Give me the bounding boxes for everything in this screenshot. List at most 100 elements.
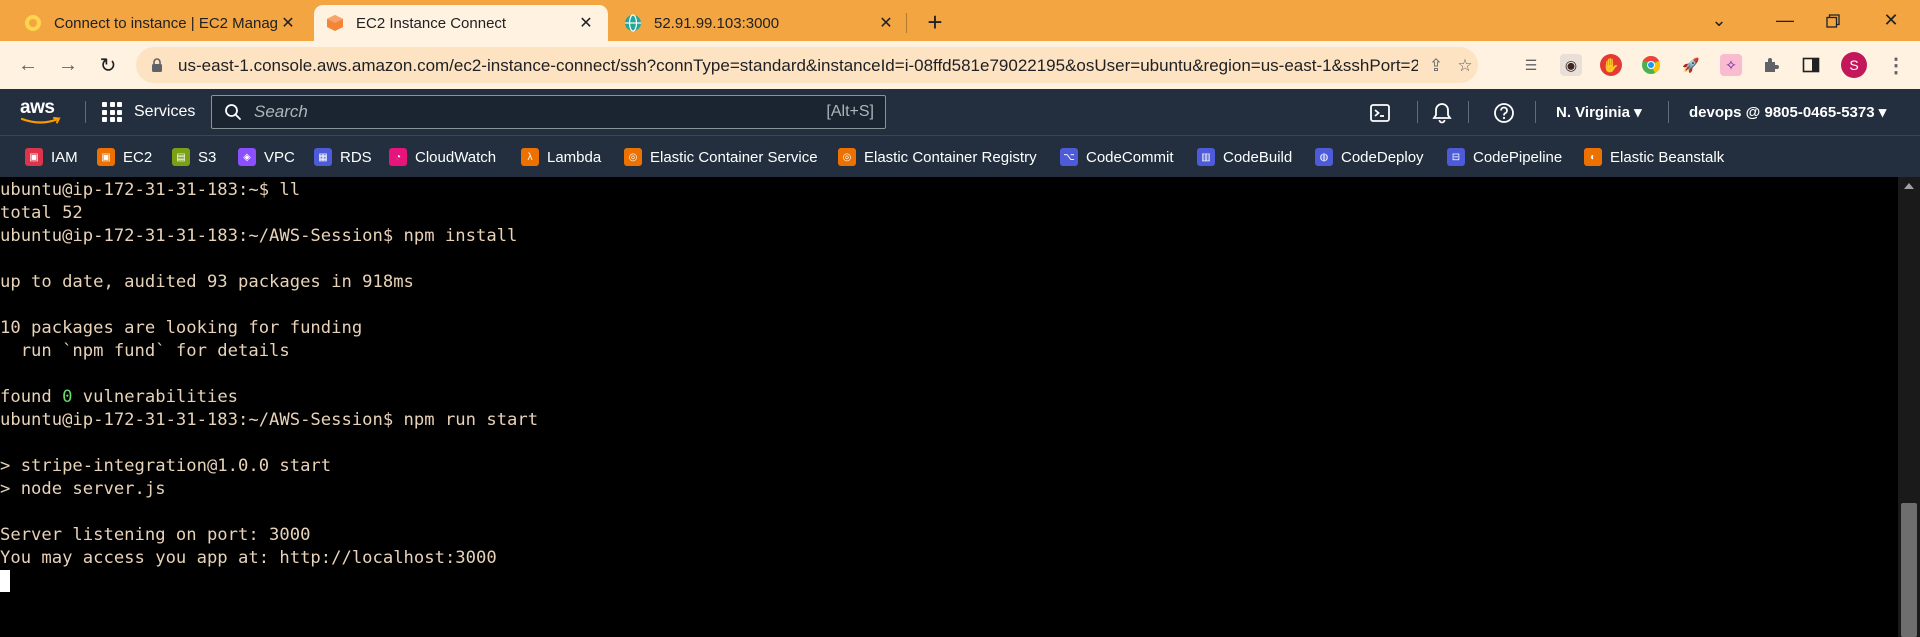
adblock-extension-icon[interactable]: ✋ bbox=[1600, 54, 1622, 76]
favorite-codebuild[interactable]: ▥ CodeBuild bbox=[1197, 147, 1292, 167]
close-icon[interactable]: ✕ bbox=[876, 13, 896, 33]
favorite-label: CodePipeline bbox=[1473, 148, 1563, 166]
lock-icon bbox=[152, 58, 162, 72]
codecommit-icon: ⌥ bbox=[1060, 148, 1078, 166]
vulnerability-count: 0 bbox=[62, 387, 73, 407]
favorite-codedeploy[interactable]: ◍ CodeDeploy bbox=[1315, 147, 1424, 167]
favorite-label: IAM bbox=[51, 148, 78, 166]
profile-avatar[interactable]: S bbox=[1841, 52, 1867, 78]
reload-icon[interactable]: ↻ bbox=[92, 49, 124, 81]
terminal-line: Server listening on port: 3000 bbox=[0, 525, 311, 545]
favorite-label: CloudWatch bbox=[415, 148, 497, 166]
favorite-codecommit[interactable]: ⌥ CodeCommit bbox=[1060, 147, 1174, 167]
aws-search-box[interactable]: [Alt+S] bbox=[211, 95, 886, 129]
favorite-lambda[interactable]: λ Lambda bbox=[521, 147, 601, 167]
terminal-cursor bbox=[0, 570, 10, 592]
header-divider bbox=[1668, 101, 1669, 123]
favorite-label: S3 bbox=[198, 148, 217, 166]
scrollbar-thumb[interactable] bbox=[1901, 503, 1917, 637]
aws-logo[interactable]: aws bbox=[20, 97, 64, 127]
codepipeline-icon: ⊟ bbox=[1447, 148, 1465, 166]
favorite-s3[interactable]: ▤ S3 bbox=[172, 147, 216, 167]
minimize-icon[interactable]: — bbox=[1762, 0, 1808, 41]
bookmark-star-icon[interactable]: ☆ bbox=[1454, 55, 1476, 77]
favorite-elastic-beanstalk[interactable]: ◐ Elastic Beanstalk bbox=[1584, 147, 1724, 167]
tab-search-icon[interactable]: ⌄ bbox=[1696, 0, 1742, 41]
favorite-label: CodeBuild bbox=[1223, 148, 1293, 166]
url-text: us-east-1.console.aws.amazon.com/ec2-ins… bbox=[178, 56, 1418, 75]
favorite-vpc[interactable]: ◈ VPC bbox=[238, 147, 295, 167]
extensions-puzzle-icon[interactable] bbox=[1760, 54, 1782, 76]
address-bar[interactable]: us-east-1.console.aws.amazon.com/ec2-ins… bbox=[136, 47, 1478, 83]
ec2-icon bbox=[326, 14, 344, 32]
favorite-codepipeline[interactable]: ⊟ CodePipeline bbox=[1447, 147, 1562, 167]
caret-down-icon: ▾ bbox=[1878, 104, 1887, 121]
close-icon[interactable]: ✕ bbox=[278, 13, 298, 33]
ecr-icon: ◎ bbox=[838, 148, 856, 166]
favorite-ecr[interactable]: ◎ Elastic Container Registry bbox=[838, 147, 1037, 167]
side-panel-icon[interactable] bbox=[1800, 54, 1822, 76]
forward-icon[interactable]: → bbox=[52, 49, 84, 81]
terminal-scrollbar[interactable] bbox=[1898, 177, 1920, 637]
owl-extension-icon[interactable]: ◉ bbox=[1560, 54, 1582, 76]
aws-logo-text: aws bbox=[20, 97, 55, 118]
terminal-line: > stripe-integration@1.0.0 start bbox=[0, 456, 332, 476]
iam-icon: ▣ bbox=[25, 148, 43, 166]
close-icon[interactable]: ✕ bbox=[576, 13, 596, 33]
region-selector[interactable]: N. Virginia ▾ bbox=[1556, 103, 1642, 121]
tab-ec2-instance-connect[interactable]: EC2 Instance Connect ✕ bbox=[314, 5, 608, 41]
tab-connect-to-instance[interactable]: Connect to instance | EC2 Management Con… bbox=[12, 5, 310, 41]
header-divider bbox=[85, 101, 86, 123]
browser-tabstrip: Connect to instance | EC2 Management Con… bbox=[0, 0, 1920, 41]
terminal-line: You may access you app at: http://localh… bbox=[0, 548, 497, 568]
favorite-label: CodeDeploy bbox=[1341, 148, 1424, 166]
back-icon[interactable]: ← bbox=[12, 49, 44, 81]
share-icon[interactable]: ⇪ bbox=[1425, 55, 1447, 77]
favorite-label: Elastic Container Registry bbox=[864, 148, 1037, 166]
favorite-cloudwatch[interactable]: ◔ CloudWatch bbox=[389, 147, 496, 167]
restore-icon[interactable] bbox=[1810, 0, 1856, 41]
chrome-extension-icon[interactable] bbox=[1640, 54, 1662, 76]
terminal-line: 10 packages are looking for funding bbox=[0, 318, 363, 338]
tab-title: Connect to instance | EC2 Management Con… bbox=[54, 14, 278, 32]
rds-icon: ▦ bbox=[314, 148, 332, 166]
region-label: N. Virginia bbox=[1556, 104, 1630, 121]
favorite-label: Elastic Container Service bbox=[650, 148, 818, 166]
pink-extension-icon[interactable]: ✧ bbox=[1720, 54, 1742, 76]
account-menu[interactable]: devops @ 9805-0465-5373 ▾ bbox=[1689, 103, 1886, 121]
services-menu-button[interactable]: Services bbox=[102, 99, 195, 125]
header-divider bbox=[1468, 101, 1469, 123]
new-tab-button[interactable]: + bbox=[920, 7, 950, 37]
tab-title: 52.91.99.103:3000 bbox=[654, 14, 780, 32]
vpc-icon: ◈ bbox=[238, 148, 256, 166]
ecs-icon: ◎ bbox=[624, 148, 642, 166]
favorite-ec2[interactable]: ▣ EC2 bbox=[97, 147, 152, 167]
terminal-line: found 0 vulnerabilities bbox=[0, 387, 239, 407]
tab-separator bbox=[906, 13, 907, 33]
search-shortcut-hint: [Alt+S] bbox=[826, 103, 874, 120]
lambda-icon: λ bbox=[521, 148, 539, 166]
favorite-ecs[interactable]: ◎ Elastic Container Service bbox=[624, 147, 818, 167]
favorite-label: CodeCommit bbox=[1086, 148, 1174, 166]
ssh-terminal[interactable]: ubuntu@ip-172-31-31-183:~$ ll total 52 u… bbox=[0, 177, 1898, 637]
browser-toolbar: ← → ↻ us-east-1.console.aws.amazon.com/e… bbox=[0, 41, 1920, 89]
favorite-rds[interactable]: ▦ RDS bbox=[314, 147, 372, 167]
notifications-bell-icon[interactable] bbox=[1430, 101, 1454, 125]
window-close-icon[interactable]: ✕ bbox=[1868, 0, 1914, 41]
help-icon[interactable] bbox=[1492, 101, 1516, 125]
browser-menu-icon[interactable]: ⋮ bbox=[1886, 52, 1906, 78]
globe-icon bbox=[624, 14, 642, 32]
scroll-up-arrow-icon[interactable] bbox=[1904, 183, 1914, 189]
favorite-iam[interactable]: ▣ IAM bbox=[25, 147, 78, 167]
terminal-line: run `npm fund` for details bbox=[0, 341, 290, 361]
reading-list-extension-icon[interactable]: ☰ bbox=[1520, 54, 1542, 76]
cloudshell-icon[interactable] bbox=[1368, 101, 1392, 125]
terminal-line: ubuntu@ip-172-31-31-183:~/AWS-Session$ n… bbox=[0, 226, 518, 246]
codebuild-icon: ▥ bbox=[1197, 148, 1215, 166]
tab-52-91-99-103[interactable]: 52.91.99.103:3000 ✕ bbox=[612, 5, 908, 41]
rocket-extension-icon[interactable]: 🚀 bbox=[1680, 54, 1702, 76]
search-input[interactable] bbox=[254, 100, 794, 124]
favorite-label: Elastic Beanstalk bbox=[1610, 148, 1725, 166]
